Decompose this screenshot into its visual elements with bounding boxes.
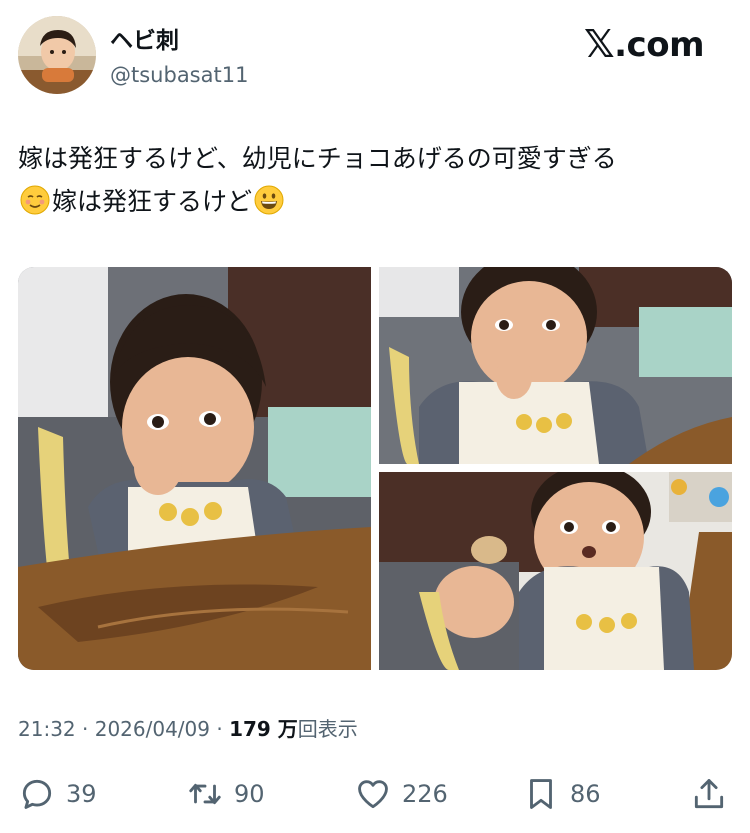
user-handle[interactable]: @tsubasat11: [110, 60, 248, 90]
photo-3[interactable]: [379, 472, 732, 670]
grinning-face-emoji: [254, 185, 284, 215]
x-com-logo: 𝕏.com: [584, 22, 704, 67]
reply-button[interactable]: 39: [18, 772, 97, 816]
share-icon: [694, 779, 724, 809]
tweet-line-2-text: 嫁は発狂するけど: [52, 187, 253, 216]
like-icon: [358, 780, 388, 809]
x-logo-icon: 𝕏: [584, 22, 615, 66]
meta-separator: ·: [82, 717, 89, 741]
action-bar: 39 90 226 86: [18, 772, 732, 816]
tweet-text: 嫁は発狂するけど、幼児にチョコあげるの可愛すぎる 嫁は発狂するけど: [18, 137, 732, 223]
reply-icon: [22, 779, 52, 809]
photo-1[interactable]: [18, 267, 371, 670]
media-grid: [18, 267, 732, 670]
tweet-line-1: 嫁は発狂するけど、幼児にチョコあげるの可愛すぎる: [18, 144, 617, 173]
tweet-date[interactable]: 2026/04/09: [95, 717, 210, 741]
views-label: 回表示: [297, 717, 358, 741]
retweet-button[interactable]: 90: [186, 772, 265, 816]
like-button[interactable]: 226: [354, 772, 448, 816]
avatar[interactable]: [18, 16, 96, 94]
bookmark-icon: [530, 779, 552, 809]
bookmark-count: 86: [570, 780, 601, 808]
relieved-face-emoji: [20, 185, 50, 215]
bookmark-button[interactable]: 86: [522, 772, 601, 816]
retweet-count: 90: [234, 780, 265, 808]
tweet-time[interactable]: 21:32: [18, 717, 76, 741]
retweet-icon: [189, 783, 221, 805]
reply-count: 39: [66, 780, 97, 808]
views-count: 179 万: [229, 717, 298, 741]
tweet-header: ヘビ刺 @tsubasat11 𝕏.com: [18, 16, 732, 96]
tweet-meta: 21:32 · 2026/04/09 · 179 万回表示: [18, 714, 358, 744]
display-name[interactable]: ヘビ刺: [110, 26, 248, 56]
photo-2[interactable]: [379, 267, 732, 464]
tweet-line-2: 嫁は発狂するけど: [18, 180, 732, 223]
brand-suffix: .com: [614, 25, 704, 65]
meta-separator: ·: [216, 717, 223, 741]
like-count: 226: [402, 780, 448, 808]
share-button[interactable]: [690, 772, 728, 816]
